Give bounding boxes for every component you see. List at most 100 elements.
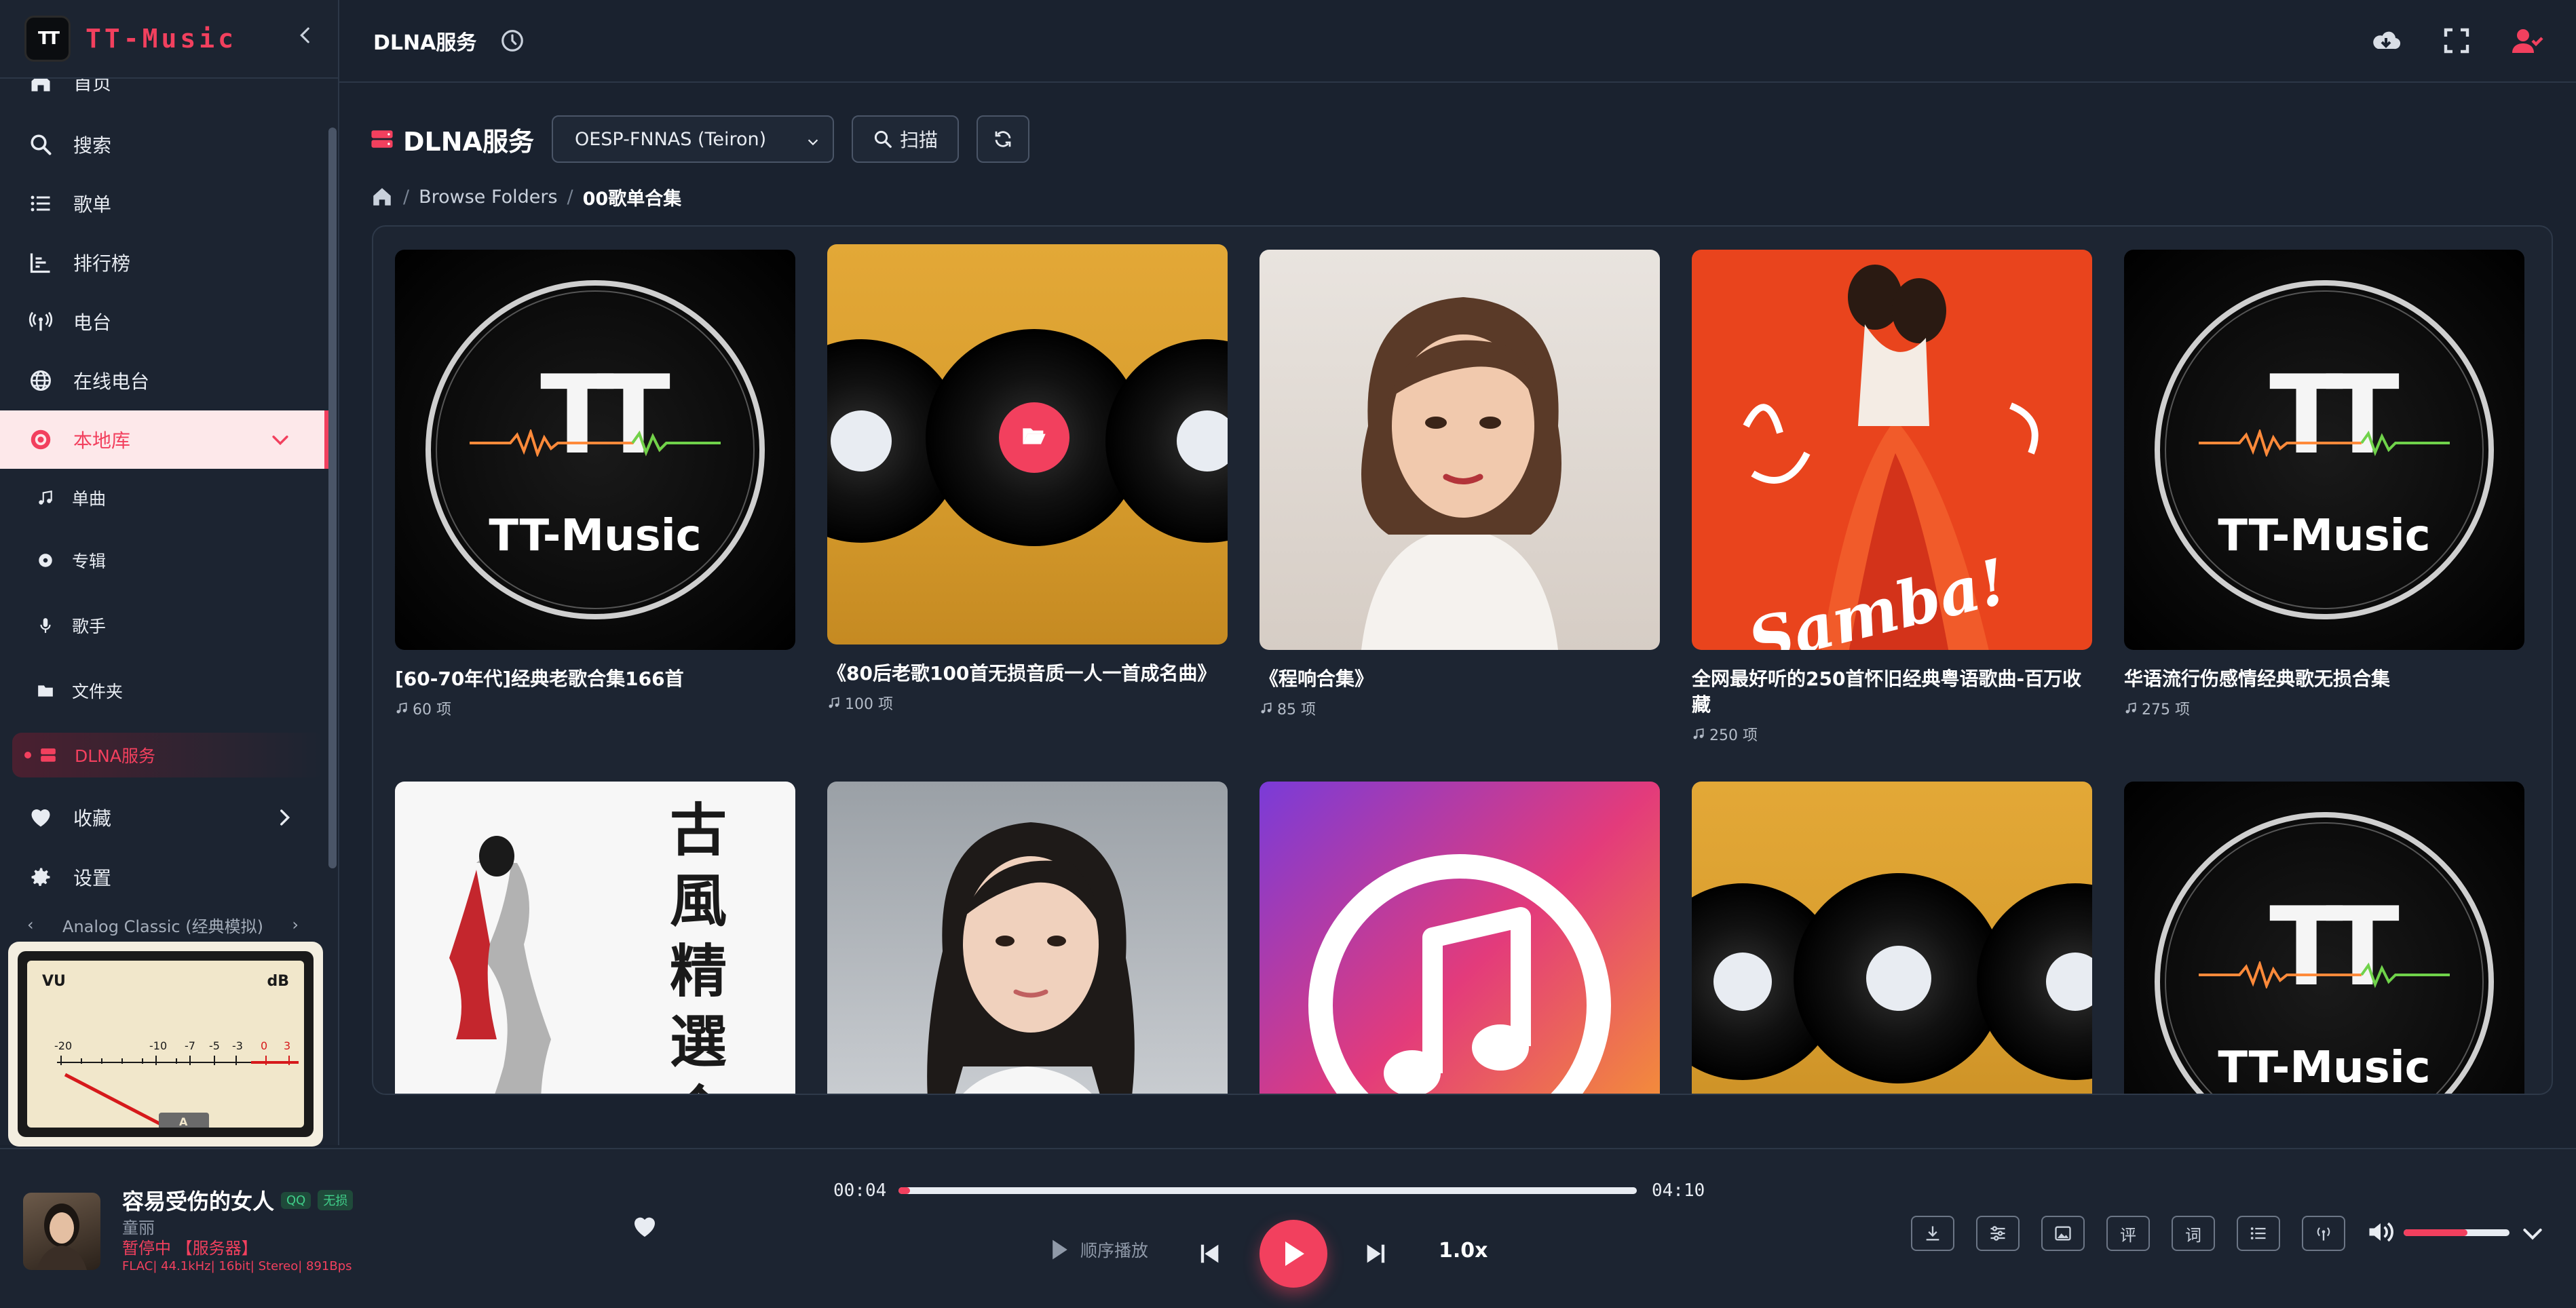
sidebar-item-home[interactable]: 首页 xyxy=(0,79,328,111)
sidebar-item-playlists[interactable]: 歌单 xyxy=(0,174,328,233)
sidebar-subitem-songs[interactable]: 单曲 xyxy=(0,467,328,529)
prev-theme-button[interactable]: ‹ xyxy=(27,915,34,934)
vu-channel-label: A xyxy=(179,1115,188,1128)
home-icon[interactable] xyxy=(371,185,394,208)
sidebar-subitem-folders[interactable]: 文件夹 xyxy=(0,659,328,722)
user-check-icon[interactable] xyxy=(2511,24,2543,57)
sidebar-subitem-label: 专辑 xyxy=(72,552,107,571)
server-icon xyxy=(38,745,58,765)
player-bar: 容易受伤的女人 QQ 无损 童丽 暂停中 【服务器】 FLAC| 44.1kHz… xyxy=(0,1148,2576,1308)
list-icon xyxy=(27,190,54,217)
refresh-button[interactable] xyxy=(976,115,1029,163)
equalizer-button[interactable] xyxy=(1976,1216,2020,1251)
playlist-icon xyxy=(2250,1227,2266,1239)
play-mode-icon xyxy=(1053,1239,1067,1260)
history-icon[interactable] xyxy=(499,28,525,54)
folder-card[interactable]: 《80后老歌100首无损音质一人一首成名曲》 100 项 xyxy=(827,244,1228,714)
folder-card[interactable]: TT TT-Music 华语流行伤感情经典歌无损合集 275 项 xyxy=(2124,250,2524,719)
folder-card[interactable]: TT TT-Music xyxy=(2124,782,2524,1094)
current-time: 00:04 xyxy=(833,1180,887,1201)
app-name: TT-Music xyxy=(86,24,238,54)
chevron-down-icon xyxy=(272,436,288,446)
sidebar-subitem-label: DLNA服务 xyxy=(75,746,155,766)
lyrics-button-label: 词 xyxy=(2185,1225,2201,1245)
folder-card[interactable]: 《程响合集》 85 项 xyxy=(1259,250,1660,719)
sidebar-item-favorites[interactable]: 收藏 xyxy=(0,788,328,847)
folder-card[interactable]: TT TT-Music [60-70年代]经典老歌合集166首 60 项 xyxy=(395,250,795,719)
play-button[interactable] xyxy=(1259,1220,1327,1288)
portrait-image xyxy=(1361,297,1561,650)
vinyl-disc xyxy=(1105,339,1228,543)
radio-icon xyxy=(27,308,54,335)
collapse-sidebar-button[interactable] xyxy=(292,23,319,56)
total-time: 04:10 xyxy=(1652,1180,1705,1201)
sidebar-item-search[interactable]: 搜索 xyxy=(0,115,328,174)
playback-speed[interactable]: 1.0x xyxy=(1439,1239,1488,1263)
sidebar-item-label: 电台 xyxy=(73,311,112,334)
note-icon xyxy=(35,488,56,508)
comments-button[interactable]: 评 xyxy=(2106,1216,2150,1251)
next-theme-button[interactable]: › xyxy=(292,915,299,934)
sidebar-nav: 首页 搜索 歌单 排行榜 电台 在线电台 本地库 单曲 专辑 歌手 文件夹 DL… xyxy=(0,79,328,912)
audio-format-info: FLAC| 44.1kHz| 16bit| Stereo| 891Bps xyxy=(122,1259,352,1273)
music-note-icon xyxy=(1693,728,1704,739)
progress-bar[interactable] xyxy=(898,1187,1637,1194)
folder-card[interactable]: Samba! 全网最好听的250首怀旧经典粤语歌曲-百万收藏 250 项 xyxy=(1692,250,2092,745)
sidebar-item-radio[interactable]: 电台 xyxy=(0,292,328,351)
cast-button[interactable] xyxy=(2302,1216,2345,1251)
folder-card[interactable] xyxy=(1259,782,1660,1094)
sidebar-subitem-artists[interactable]: 歌手 xyxy=(0,594,328,657)
scan-button-label: 扫描 xyxy=(899,129,938,151)
heart-icon xyxy=(27,804,54,831)
logo-bar: TT TT-Music xyxy=(0,0,339,79)
scan-button[interactable]: 扫描 xyxy=(851,115,959,163)
download-button[interactable] xyxy=(1911,1216,1954,1251)
portrait-image xyxy=(927,822,1135,1094)
sidebar-item-label: 首页 xyxy=(73,79,112,94)
sidebar-item-settings[interactable]: 设置 xyxy=(0,848,328,906)
sidebar-item-online-radio[interactable]: 在线电台 xyxy=(0,351,328,410)
chevron-down-icon[interactable] xyxy=(2519,1220,2546,1247)
breadcrumb-link[interactable]: Browse Folders xyxy=(419,187,557,208)
cover-logo-mark: TT xyxy=(540,351,670,478)
sidebar-subitem-dlna[interactable]: DLNA服务 xyxy=(12,733,324,777)
sidebar-subitem-albums[interactable]: 专辑 xyxy=(0,529,328,592)
heart-icon[interactable] xyxy=(631,1213,658,1240)
folder-card[interactable]: 古風精選合集 xyxy=(395,782,795,1094)
sidebar-item-charts[interactable]: 排行榜 xyxy=(0,233,328,292)
folder-name: 华语流行伤感情经典歌无损合集 xyxy=(2124,668,2391,690)
device-select[interactable]: OESP-FNNAS (Teiron) xyxy=(551,115,834,163)
search-icon xyxy=(874,130,892,148)
folder-count: 60 项 xyxy=(395,697,795,719)
volume-slider[interactable] xyxy=(2404,1229,2509,1236)
now-playing-cover[interactable] xyxy=(23,1193,100,1270)
folder-cover: TT TT-Music xyxy=(395,250,795,650)
volume-icon[interactable] xyxy=(2366,1217,2395,1247)
breadcrumb-separator: / xyxy=(567,186,573,208)
app-logo[interactable]: TT xyxy=(24,16,71,62)
sidebar-item-label: 在线电台 xyxy=(73,370,150,393)
sidebar-item-local-library[interactable]: 本地库 xyxy=(0,410,328,469)
chevron-left-icon xyxy=(300,27,309,43)
sidebar-subitem-label: 歌手 xyxy=(72,617,107,636)
folder-open-icon xyxy=(1023,428,1046,444)
next-track-icon[interactable] xyxy=(1363,1240,1390,1267)
playlist-button[interactable] xyxy=(2237,1216,2280,1251)
cloud-download-icon[interactable] xyxy=(2370,24,2402,57)
sidebar-scrollbar[interactable] xyxy=(328,128,337,868)
folder-card[interactable] xyxy=(827,782,1228,1094)
top-actions xyxy=(2370,24,2543,57)
lyrics-button[interactable]: 词 xyxy=(2172,1216,2215,1251)
fullscreen-icon[interactable] xyxy=(2440,24,2473,57)
image-icon xyxy=(2055,1226,2071,1241)
disc-label xyxy=(1713,953,1772,1011)
artist-photo xyxy=(37,1204,87,1270)
sidebar-subitem-label: 文件夹 xyxy=(72,682,124,701)
now-playing-title: 容易受伤的女人 xyxy=(122,1189,275,1214)
folder-card[interactable] xyxy=(1692,782,2092,1094)
play-mode-button[interactable]: 顺序播放 xyxy=(1049,1237,1148,1262)
folder-count-text: 250 项 xyxy=(1709,727,1758,744)
now-playing-title-row: 容易受伤的女人 QQ 无损 xyxy=(122,1185,354,1216)
previous-track-icon[interactable] xyxy=(1196,1240,1223,1267)
cover-art-button[interactable] xyxy=(2041,1216,2085,1251)
